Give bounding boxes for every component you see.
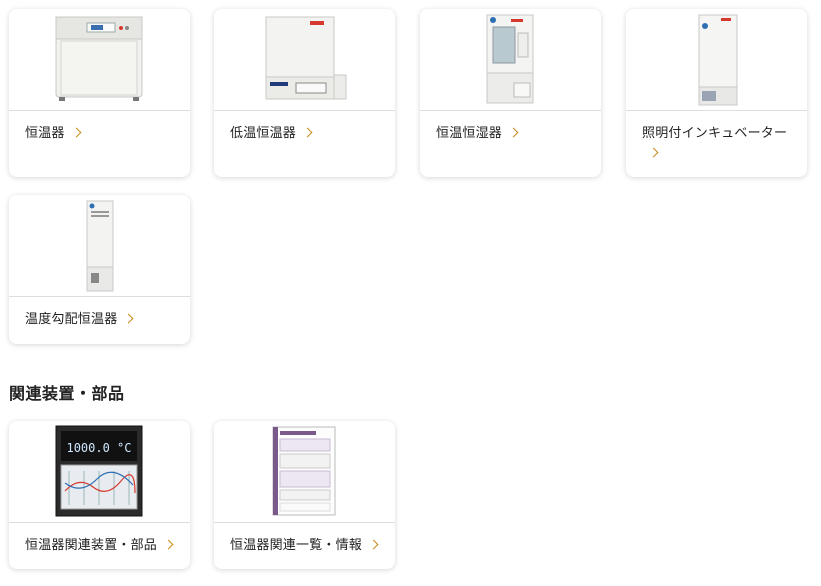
chevron-right-icon (123, 313, 134, 324)
product-image (9, 195, 190, 297)
product-label[interactable]: 温度勾配恒温器 (9, 297, 190, 330)
product-card-low-temp-incubator[interactable]: 低温恒温器 (214, 9, 395, 177)
product-label[interactable]: 恒温器関連一覧・情報 (214, 523, 395, 556)
low-temperature-incubator-image (265, 16, 347, 100)
chevron-right-icon (368, 539, 379, 550)
recorder-display-text: 1000.0 °C (66, 441, 131, 455)
chevron-right-icon (508, 127, 519, 138)
illuminated-incubator-image (698, 14, 738, 106)
product-label[interactable]: 低温恒温器 (214, 111, 395, 144)
product-card-illuminated-incubator[interactable]: 照明付インキュベーター (626, 9, 807, 177)
product-image (420, 9, 601, 111)
product-image (214, 9, 395, 111)
section-title-related: 関連装置・部品 (9, 384, 125, 403)
chevron-right-icon (163, 539, 174, 550)
humidity-incubator-image (486, 14, 534, 104)
chart-recorder-image: 1000.0 °C (55, 425, 143, 517)
product-card-humidity-incubator[interactable]: 恒温恒湿器 (420, 9, 601, 177)
product-label[interactable]: 恒温恒湿器 (420, 111, 601, 144)
product-card-gradient-incubator[interactable]: 温度勾配恒温器 (9, 195, 190, 344)
related-card-parts[interactable]: 1000.0 °C 恒温器関連装置・部品 (9, 421, 190, 569)
product-image: 1000.0 °C (9, 421, 190, 523)
product-image (9, 9, 190, 111)
product-label[interactable]: 照明付インキュベーター (626, 111, 807, 164)
chevron-right-icon (648, 147, 659, 158)
chevron-right-icon (71, 127, 82, 138)
product-label[interactable]: 恒温器 (9, 111, 190, 144)
incubator-image (55, 16, 143, 101)
chevron-right-icon (302, 127, 313, 138)
product-image (626, 9, 807, 111)
product-image (214, 421, 395, 523)
related-card-info[interactable]: 恒温器関連一覧・情報 (214, 421, 395, 569)
product-card-incubator[interactable]: 恒温器 (9, 9, 190, 177)
product-label[interactable]: 恒温器関連装置・部品 (9, 523, 190, 556)
gradient-incubator-image (86, 200, 114, 292)
spec-document-image (272, 426, 336, 516)
